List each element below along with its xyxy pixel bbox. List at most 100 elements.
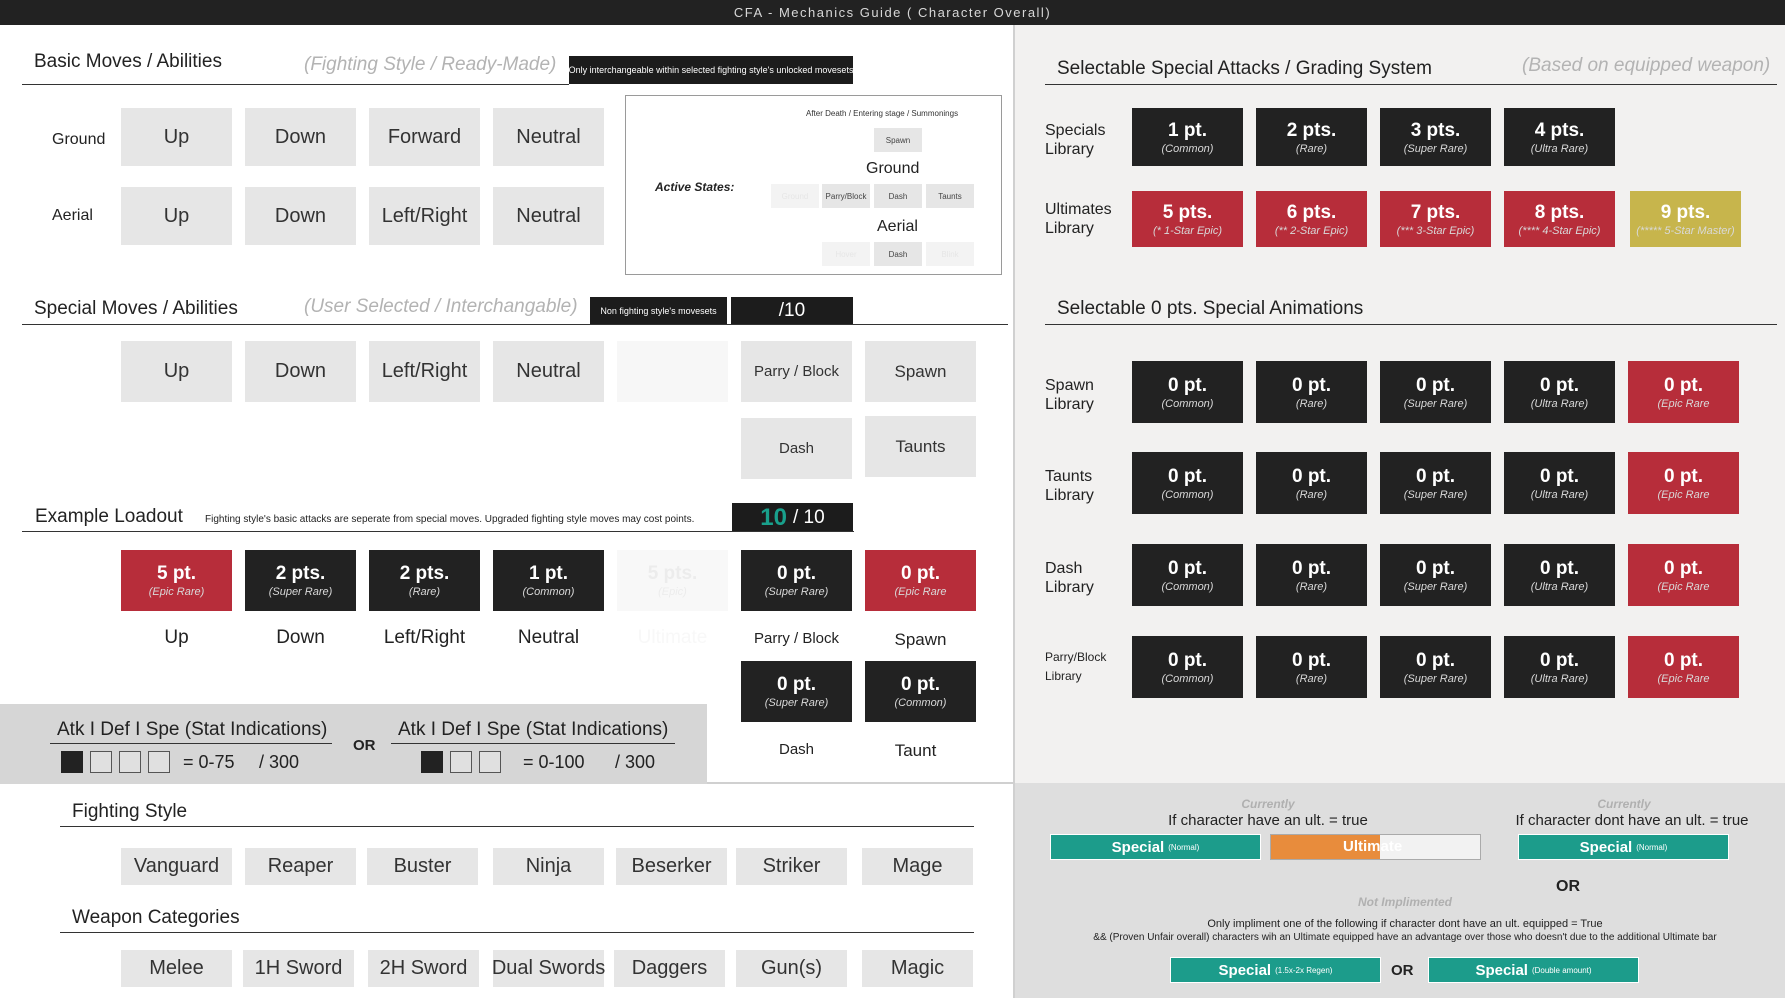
state-spawn-slot[interactable]: Spawn [874, 128, 922, 152]
style-beserker-button[interactable]: Beserker [616, 848, 727, 885]
ultimate-tier-3-card[interactable]: 7 pts. (*** 3-Star Epic) [1380, 191, 1491, 247]
special-ultimate-slot[interactable]: Ultimate [617, 341, 728, 402]
state-aerial-dash-slot[interactable]: Dash [874, 242, 922, 266]
weapon-daggers-button[interactable]: Daggers [614, 950, 725, 987]
stat-square [479, 751, 501, 773]
dash-animation-card-2[interactable]: 0 pt. (Rare) [1256, 544, 1367, 606]
special-taunts-slot[interactable]: Taunts [865, 416, 976, 477]
style-buster-button[interactable]: Buster [367, 848, 478, 885]
loadout-card-parry[interactable]: 0 pt. (Super Rare) [741, 550, 852, 611]
special-spawn-slot[interactable]: Spawn [865, 341, 976, 402]
loadout-card-ultimate[interactable]: 5 pts. (Epic) [617, 550, 728, 611]
state-taunts-slot[interactable]: Taunts [926, 184, 974, 208]
style-mage-button[interactable]: Mage [862, 848, 973, 885]
special-tier-4-card[interactable]: 4 pts. (Ultra Rare) [1504, 108, 1615, 166]
spawn-animation-card-5[interactable]: 0 pt. (Epic Rare [1628, 361, 1739, 423]
spawn-animation-card-3[interactable]: 0 pt. (Super Rare) [1380, 361, 1491, 423]
card-points: 3 pts. [1410, 119, 1461, 141]
special-leftright-slot[interactable]: Left/Right [369, 341, 480, 402]
weapon-categories-heading: Weapon Categories [72, 907, 240, 928]
spawn-animation-card-1[interactable]: 0 pt. (Common) [1132, 361, 1243, 423]
parry-animation-card-4[interactable]: 0 pt. (Ultra Rare) [1504, 636, 1615, 698]
special-points-counter: /10 [731, 297, 853, 324]
state-dash-slot[interactable]: Dash [874, 184, 922, 208]
has-ult-condition: If character have an ult. = true [1168, 812, 1368, 829]
weapon-melee-button[interactable]: Melee [121, 950, 232, 987]
grading-heading: Selectable Special Attacks / Grading Sys… [1057, 58, 1432, 79]
parry-animation-card-1[interactable]: 0 pt. (Common) [1132, 636, 1243, 698]
divider [1013, 25, 1015, 998]
special-bar-regen: Special (1.5x-2x Regen) [1170, 957, 1381, 983]
card-points: 0 pt. [1291, 557, 1332, 579]
basic-ground-up-slot[interactable]: Up [121, 108, 232, 166]
taunts-animation-card-5[interactable]: 0 pt. (Epic Rare [1628, 452, 1739, 514]
card-tier: (Rare) [1295, 488, 1328, 501]
loadout-label-up: Up [164, 627, 189, 648]
state-blink-slot[interactable]: Blink [926, 242, 974, 266]
basic-aerial-down-slot[interactable]: Down [245, 187, 356, 245]
spawn-animation-card-2[interactable]: 0 pt. (Rare) [1256, 361, 1367, 423]
stat-option-b-label: Atk I Def I Spe (Stat Indications) [398, 719, 669, 740]
basic-ground-down-slot[interactable]: Down [245, 108, 356, 166]
basic-ground-neutral-slot[interactable]: Neutral [493, 108, 604, 166]
spawn-animation-card-4[interactable]: 0 pt. (Ultra Rare) [1504, 361, 1615, 423]
state-hover-slot[interactable]: Hover [822, 242, 870, 266]
loadout-card-down[interactable]: 2 pts. (Super Rare) [245, 550, 356, 611]
dash-animation-card-1[interactable]: 0 pt. (Common) [1132, 544, 1243, 606]
special-dash-slot[interactable]: Dash [741, 418, 852, 479]
special-neutral-slot[interactable]: Neutral [493, 341, 604, 402]
weapon-magic-button[interactable]: Magic [862, 950, 973, 987]
taunts-animation-card-2[interactable]: 0 pt. (Rare) [1256, 452, 1367, 514]
parry-animation-card-2[interactable]: 0 pt. (Rare) [1256, 636, 1367, 698]
weapon-2h-sword-button[interactable]: 2H Sword [368, 950, 479, 987]
card-points: 0 pt. [1539, 649, 1580, 671]
parry-animation-card-5[interactable]: 0 pt. (Epic Rare [1628, 636, 1739, 698]
loadout-card-neutral[interactable]: 1 pt. (Common) [493, 550, 604, 611]
card-tier: (Common) [522, 586, 575, 598]
special-tier-1-card[interactable]: 1 pt. (Common) [1132, 108, 1243, 166]
basic-ground-forward-slot[interactable]: Forward [369, 108, 480, 166]
basic-aerial-leftright-slot[interactable]: Left/Right [369, 187, 480, 245]
dash-animation-card-5[interactable]: 0 pt. (Epic Rare [1628, 544, 1739, 606]
special-tier-3-card[interactable]: 3 pts. (Super Rare) [1380, 108, 1491, 166]
style-vanguard-button[interactable]: Vanguard [121, 848, 232, 885]
taunts-library-label: Taunts Library [1045, 468, 1094, 504]
card-points: 0 pt. [1539, 557, 1580, 579]
style-ninja-button[interactable]: Ninja [493, 848, 604, 885]
special-parry-slot[interactable]: Parry / Block [741, 341, 852, 402]
parry-animation-card-3[interactable]: 0 pt. (Super Rare) [1380, 636, 1491, 698]
ultimate-tier-5-card[interactable]: 9 pts. (***** 5-Star Master) [1630, 191, 1741, 247]
style-reaper-button[interactable]: Reaper [245, 848, 356, 885]
special-up-slot[interactable]: Up [121, 341, 232, 402]
state-parry-slot[interactable]: Parry/Block [822, 184, 870, 208]
basic-aerial-neutral-slot[interactable]: Neutral [493, 187, 604, 245]
taunts-animation-card-3[interactable]: 0 pt. (Super Rare) [1380, 452, 1491, 514]
loadout-card-leftright[interactable]: 2 pts. (Rare) [369, 550, 480, 611]
loadout-card-up[interactable]: 5 pt. (Epic Rare) [121, 550, 232, 611]
card-tier: (Ultra Rare) [1530, 672, 1589, 685]
dash-animation-card-3[interactable]: 0 pt. (Super Rare) [1380, 544, 1491, 606]
dash-animation-card-4[interactable]: 0 pt. (Ultra Rare) [1504, 544, 1615, 606]
special-down-slot[interactable]: Down [245, 341, 356, 402]
loadout-card-taunt[interactable]: 0 pt. (Common) [865, 661, 976, 722]
card-points: 2 pts. [399, 563, 450, 584]
style-striker-button[interactable]: Striker [736, 848, 847, 885]
card-points: 0 pt. [1663, 465, 1704, 487]
weapon-guns-button[interactable]: Gun(s) [736, 950, 847, 987]
loadout-label-parry: Parry / Block [753, 630, 840, 647]
animations-heading: Selectable 0 pts. Special Animations [1057, 298, 1364, 319]
loadout-label-neutral: Neutral [517, 627, 580, 648]
taunts-animation-card-4[interactable]: 0 pt. (Ultra Rare) [1504, 452, 1615, 514]
ultimate-tier-1-card[interactable]: 5 pts. (* 1-Star Epic) [1132, 191, 1243, 247]
loadout-card-spawn[interactable]: 0 pt. (Epic Rare [865, 550, 976, 611]
stat-square [90, 751, 112, 773]
state-ground-slot[interactable]: Ground [771, 184, 819, 208]
weapon-dual-swords-button[interactable]: Dual Swords [492, 950, 605, 987]
taunts-animation-card-1[interactable]: 0 pt. (Common) [1132, 452, 1243, 514]
ultimate-tier-2-card[interactable]: 6 pts. (** 2-Star Epic) [1256, 191, 1367, 247]
weapon-1h-sword-button[interactable]: 1H Sword [243, 950, 354, 987]
loadout-card-dash[interactable]: 0 pt. (Super Rare) [741, 661, 852, 722]
ultimate-tier-4-card[interactable]: 8 pts. (**** 4-Star Epic) [1504, 191, 1615, 247]
special-tier-2-card[interactable]: 2 pts. (Rare) [1256, 108, 1367, 166]
basic-aerial-up-slot[interactable]: Up [121, 187, 232, 245]
